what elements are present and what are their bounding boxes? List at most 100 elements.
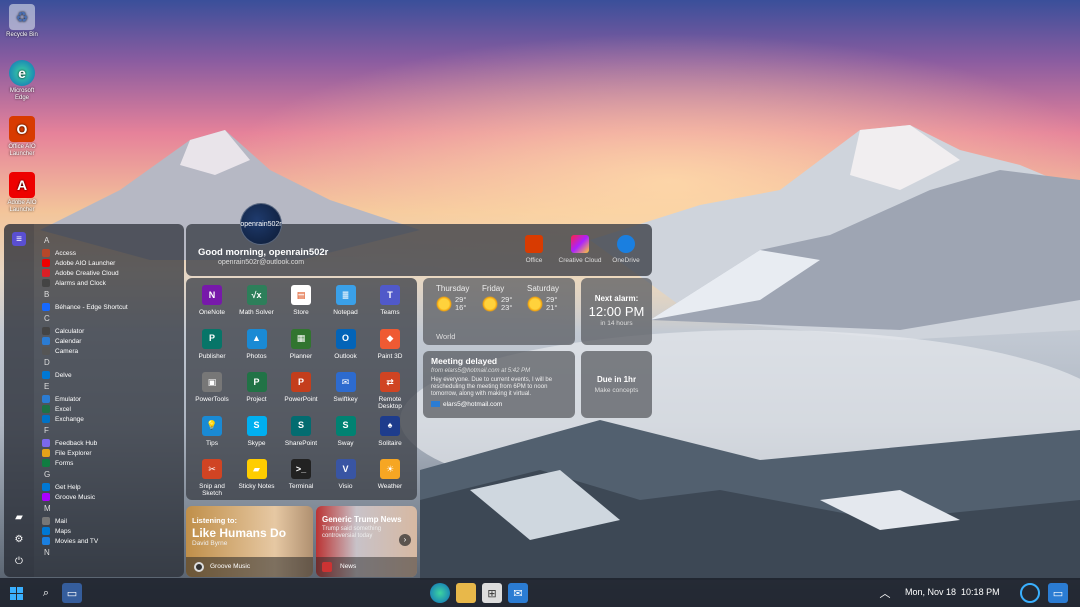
sun-icon: [527, 296, 543, 312]
app-icon: ▦: [291, 328, 311, 349]
group-header[interactable]: B: [44, 290, 184, 301]
app-list-item[interactable]: Excel: [42, 404, 184, 414]
group-header[interactable]: F: [44, 426, 184, 437]
app-list-item[interactable]: Delve: [42, 370, 184, 380]
desktop-icon-edge[interactable]: e Microsoft Edge: [2, 60, 42, 102]
app-list-item[interactable]: Emulator: [42, 394, 184, 404]
pinned-app-tile[interactable]: P Publisher: [190, 328, 234, 360]
desktop-icon-office[interactable]: O Office AIO Launcher: [2, 116, 42, 158]
pinned-app-tile[interactable]: ≣ Notepad: [324, 285, 368, 316]
gear-icon[interactable]: ⚙: [12, 532, 26, 546]
app-list-item[interactable]: Adobe Creative Cloud: [42, 268, 184, 278]
app-list-item[interactable]: File Explorer: [42, 448, 184, 458]
app-list-item[interactable]: Feedback Hub: [42, 438, 184, 448]
pinned-app-tile[interactable]: ▣ PowerTools: [190, 372, 234, 403]
app-list-item[interactable]: Groove Music: [42, 492, 184, 502]
office-icon: O: [9, 116, 35, 142]
weather-day: Saturday 29° 21°: [527, 284, 560, 312]
group-header[interactable]: C: [44, 314, 184, 325]
notifications-icon[interactable]: ▭: [1048, 583, 1068, 603]
app-list-item[interactable]: Calculator: [42, 326, 184, 336]
app-icon: [42, 459, 50, 467]
cortana-icon[interactable]: [1020, 583, 1040, 603]
group-header[interactable]: G: [44, 470, 184, 481]
task-widget[interactable]: Due in 1hr Make concepts: [581, 351, 652, 418]
power-icon[interactable]: ⏻: [12, 554, 26, 568]
app-icon: T: [380, 285, 400, 305]
pinned-app-tile[interactable]: ▰ Sticky Notes: [235, 459, 279, 490]
app-list-item[interactable]: Mail: [42, 516, 184, 526]
pinned-app-tile[interactable]: ▦ Planner: [279, 328, 323, 360]
pinned-app-tile[interactable]: S Sway: [324, 415, 368, 447]
pinned-app-tile[interactable]: ▲ Photos: [235, 328, 279, 360]
pinned-app-tile[interactable]: ✉ Swiftkey: [324, 372, 368, 403]
group-header[interactable]: E: [44, 382, 184, 393]
folder-icon[interactable]: ▰: [12, 510, 26, 524]
desktop-icon-recycle-bin[interactable]: ♻ Recycle Bin: [2, 4, 42, 39]
pinned-app-tile[interactable]: P Project: [235, 372, 279, 403]
start-button[interactable]: [6, 583, 26, 603]
app-icon: [42, 493, 50, 501]
app-icon: [42, 415, 50, 423]
edge-icon[interactable]: [430, 583, 450, 603]
app-list-item[interactable]: Calendar: [42, 336, 184, 346]
app-list-item[interactable]: Maps: [42, 526, 184, 536]
app-icon: P: [291, 372, 311, 392]
app-list-item[interactable]: Forms: [42, 458, 184, 468]
pinned-app-tile[interactable]: ⇄ Remote Desktop: [368, 372, 412, 410]
pinned-app-tile[interactable]: >_ Terminal: [279, 459, 323, 490]
pinned-app-tile[interactable]: P PowerPoint: [279, 372, 323, 403]
header-app-onedrive[interactable]: OneDrive: [596, 235, 656, 264]
group-header[interactable]: A: [44, 236, 184, 247]
app-list-item[interactable]: Access: [42, 248, 184, 258]
app-list-item[interactable]: Alarms and Clock: [42, 278, 184, 288]
app-icon: ⇄: [380, 372, 400, 392]
task-view-icon[interactable]: ▭: [62, 583, 82, 603]
app-list-item[interactable]: Movies and TV: [42, 536, 184, 546]
news-widget[interactable]: Generic Trump News Trump said something …: [316, 506, 417, 577]
group-header[interactable]: M: [44, 504, 184, 515]
pinned-app-tile[interactable]: T Teams: [368, 285, 412, 316]
pinned-app-tile[interactable]: V Visio: [324, 459, 368, 490]
pinned-app-tile[interactable]: O Outlook: [324, 328, 368, 360]
pinned-apps-grid: N OneNote √x Math Solver ▤ Store ≣ Notepad T Team…: [186, 278, 417, 500]
search-icon[interactable]: ⌕: [36, 583, 56, 603]
mail-icon[interactable]: ✉: [508, 583, 528, 603]
pinned-app-tile[interactable]: ♠ Solitaire: [368, 415, 412, 447]
app-list-item[interactable]: Get Help: [42, 482, 184, 492]
app-icon: ≣: [335, 285, 356, 305]
app-list-item[interactable]: Béhance - Edge Shortcut: [42, 302, 184, 312]
group-header[interactable]: N: [44, 548, 184, 559]
avatar[interactable]: openrain502r: [240, 203, 282, 245]
app-icon: P: [202, 328, 222, 349]
app-icon: S: [335, 415, 356, 436]
pinned-app-tile[interactable]: ◆ Paint 3D: [368, 328, 412, 360]
pinned-app-tile[interactable]: 💡 Tips: [190, 415, 234, 447]
file-explorer-icon[interactable]: [456, 583, 476, 603]
desktop-icon-adobe[interactable]: A Adobe AIO Launcher: [2, 172, 42, 214]
pinned-app-tile[interactable]: S SharePoint: [279, 415, 323, 447]
group-header[interactable]: D: [44, 358, 184, 369]
taskbar-clock[interactable]: Mon, Nov 18 10:18 PM: [905, 587, 1000, 597]
app-list-item[interactable]: Exchange: [42, 414, 184, 424]
app-icon: ♠: [380, 415, 400, 436]
pinned-app-tile[interactable]: S Skype: [235, 415, 279, 447]
chevron-up-icon[interactable]: ︿: [875, 583, 895, 603]
pinned-app-tile[interactable]: ☀ Weather: [368, 459, 412, 490]
pinned-app-tile[interactable]: ✂ Snip and Sketch: [190, 459, 234, 497]
app-icon: [42, 327, 50, 335]
hamburger-menu-icon[interactable]: ≡: [12, 232, 26, 246]
music-widget[interactable]: Listening to: Like Humans Do David Byrne…: [186, 506, 313, 577]
pinned-app-tile[interactable]: √x Math Solver: [235, 285, 279, 316]
app-list-item[interactable]: Camera: [42, 346, 184, 356]
pinned-app-tile[interactable]: ▤ Store: [279, 285, 323, 316]
pinned-app-tile[interactable]: N OneNote: [190, 285, 234, 316]
app-icon: >_: [291, 459, 311, 479]
app-list-item[interactable]: Adobe AIO Launcher: [42, 258, 184, 268]
app-icon: [42, 279, 50, 287]
mail-widget[interactable]: Meeting delayed from elars5@hotmail.com …: [423, 351, 575, 418]
store-icon[interactable]: ⊞: [482, 583, 502, 603]
alarm-widget[interactable]: Next alarm: 12:00 PM in 14 hours: [581, 278, 652, 345]
app-icon: ✂: [202, 459, 222, 479]
chevron-right-icon[interactable]: ›: [399, 534, 411, 546]
